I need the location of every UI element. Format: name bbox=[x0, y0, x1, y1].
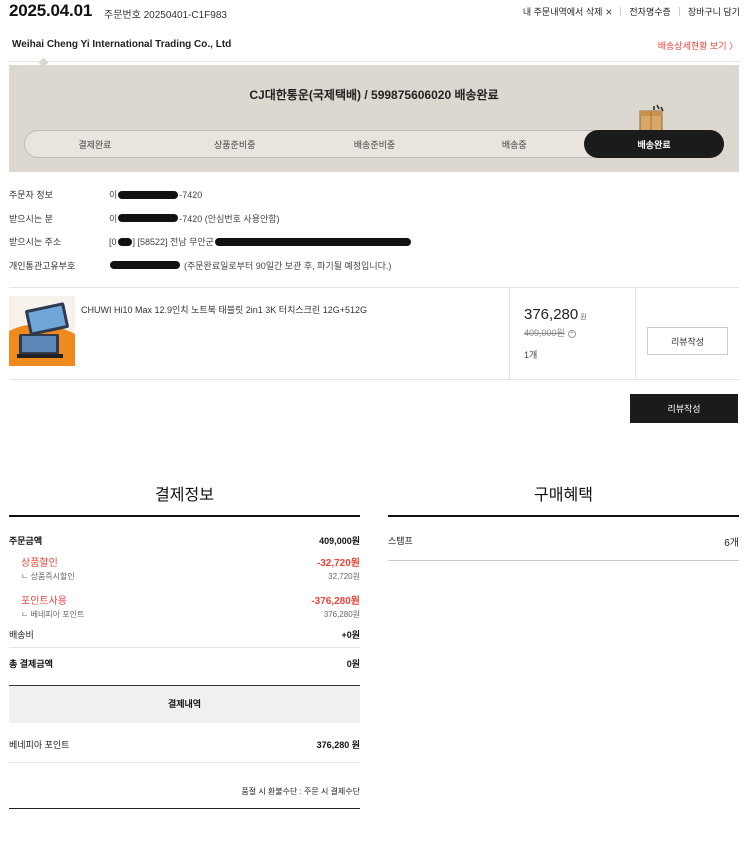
seller-row: Weihai Cheng Yi International Trading Co… bbox=[0, 34, 750, 68]
price-unit: 원 bbox=[580, 314, 587, 321]
payment-method-value: 376,280 원 bbox=[316, 740, 360, 750]
divider bbox=[9, 808, 360, 809]
product-thumbnail[interactable] bbox=[9, 296, 75, 366]
payment-method-label: 베네피아 포인트 bbox=[9, 740, 70, 750]
info-value: 이 -7420 bbox=[109, 188, 202, 201]
original-price-value: 409,000원 bbox=[524, 328, 565, 338]
divider bbox=[9, 647, 360, 648]
info-suffix: -7420 bbox=[179, 189, 203, 200]
order-amount-value: 409,000원 bbox=[319, 536, 360, 546]
benepia-value: 376,280원 bbox=[323, 610, 360, 619]
divider bbox=[9, 762, 360, 763]
info-prefix: [0 bbox=[109, 236, 117, 247]
benepia-label: ㄴ 베네피아 포인트 bbox=[21, 610, 85, 619]
info-row-orderer: 주문자 정보 이 -7420 bbox=[9, 182, 739, 206]
orderer-info: 주문자 정보 이 -7420 받으시는 분 이 -7420 (안심번호 사용안함… bbox=[9, 182, 739, 276]
divider bbox=[620, 7, 622, 16]
divider bbox=[678, 7, 680, 16]
info-suffix: -7420 (안심번호 사용안함) bbox=[179, 213, 280, 224]
write-review-button[interactable]: 리뷰작성 bbox=[647, 327, 728, 355]
stamp-label: 스탬프 bbox=[388, 536, 413, 546]
info-row-address: 받으시는 주소 [0 ] [58522] 전남 무안군 bbox=[9, 229, 739, 253]
redaction-mark bbox=[118, 190, 179, 199]
order-amount-label: 주문금액 bbox=[9, 536, 43, 546]
redaction-mark bbox=[117, 237, 132, 246]
product-discount-label: 상품할인 bbox=[21, 558, 58, 569]
divider bbox=[388, 560, 739, 561]
refund-note: 품절 시 환불수단 : 주문 시 결제수단 bbox=[241, 787, 360, 796]
point-use-value: -376,280원 bbox=[311, 596, 360, 607]
shipping-fee-value: +0원 bbox=[341, 630, 360, 640]
info-value: [0 ] [58522] 전남 무안군 bbox=[109, 235, 412, 248]
product-row: CHUWI Hi10 Max 12.9인치 노트북 태블릿 2in1 3K 터치… bbox=[9, 287, 739, 380]
info-label: 주문자 정보 bbox=[9, 190, 53, 200]
redaction-mark bbox=[110, 261, 180, 269]
payment-info-title: 결제정보 bbox=[155, 487, 214, 504]
info-prefix: 이 bbox=[109, 190, 118, 200]
shipping-fee-label: 배송비 bbox=[9, 630, 34, 640]
shipping-detail-link[interactable]: 배송상세현황 보기 〉 bbox=[658, 39, 738, 52]
tablet-image-icon bbox=[9, 296, 75, 366]
info-label: 개인통관고유부호 bbox=[9, 260, 76, 271]
info-row-recipient: 받으시는 분 이 -7420 (안심번호 사용안함) bbox=[9, 206, 739, 230]
price-value: 376,280 bbox=[524, 306, 579, 323]
product-price: 376,280 원 bbox=[524, 306, 587, 323]
order-number: 주문번호 20250401-C1F983 bbox=[104, 10, 227, 21]
info-suffix: ] [58522] 전남 무안군 bbox=[132, 237, 214, 247]
divider bbox=[388, 515, 739, 517]
stamp-value: 6개 bbox=[724, 538, 739, 549]
product-quantity: 1개 bbox=[524, 350, 538, 360]
total-amount-value: 0원 bbox=[346, 659, 360, 669]
delete-order-button[interactable]: 내 주문내역에서 삭제 × bbox=[523, 5, 613, 18]
original-price: 409,000원 + bbox=[524, 326, 576, 339]
divider bbox=[9, 57, 741, 68]
total-amount-label: 총 결제금액 bbox=[9, 659, 53, 669]
instant-discount-value: 32,720원 bbox=[328, 572, 360, 581]
payment-history-header: 결제내역 bbox=[9, 685, 360, 723]
step-delivered: 배송완료 bbox=[584, 130, 724, 158]
step-payment-complete: 결제완료 bbox=[78, 139, 112, 150]
info-label: 받으시는 주소 bbox=[9, 237, 62, 247]
step-in-transit: 배송중 bbox=[501, 139, 527, 150]
price-column: 376,280 원 409,000원 + 1개 bbox=[509, 288, 636, 380]
product-discount-value: -32,720원 bbox=[316, 558, 360, 569]
info-suffix: (주문완료일로부터 90일간 보관 후, 파기될 예정입니다.) bbox=[184, 260, 392, 271]
stamp-row: 스탬프 6개 bbox=[388, 534, 739, 549]
add-to-cart-button[interactable]: 장바구니 담기 bbox=[688, 5, 740, 18]
header-actions: 내 주문내역에서 삭제 × 전자명수증 장바구니 담기 bbox=[523, 5, 740, 18]
instant-discount-label: ㄴ 상품즉시할인 bbox=[21, 572, 75, 581]
purchase-benefits-title: 구매혜택 bbox=[534, 487, 593, 504]
redaction-mark bbox=[214, 237, 411, 246]
shipping-status-box: CJ대한통운(국제택배) / 599875606020 배송완료 결제완료 상품… bbox=[9, 65, 739, 172]
order-header: 2025.04.01 주문번호 20250401-C1F983 내 주문내역에서… bbox=[0, 0, 750, 24]
point-use-label: 포인트사용 bbox=[21, 596, 67, 607]
shipping-progress: 결제완료 상품준비중 배송준비중 배송중 배송완료 bbox=[24, 130, 724, 158]
delete-order-label: 내 주문내역에서 삭제 bbox=[522, 7, 603, 17]
write-review-main-button[interactable]: 리뷰작성 bbox=[630, 394, 738, 423]
close-icon: × bbox=[605, 4, 613, 19]
info-value: 이 -7420 (안심번호 사용안함) bbox=[109, 212, 280, 225]
product-name[interactable]: CHUWI Hi10 Max 12.9인치 노트북 태블릿 2in1 3K 터치… bbox=[81, 303, 367, 316]
package-box-icon bbox=[639, 104, 664, 132]
divider bbox=[9, 515, 360, 517]
info-icon[interactable]: + bbox=[567, 329, 576, 338]
shipping-status-text: CJ대한통운(국제택배) / 599875606020 배송완료 bbox=[249, 88, 499, 102]
step-preparing-shipment: 배송준비중 bbox=[353, 139, 396, 150]
receipt-button[interactable]: 전자명수증 bbox=[629, 5, 670, 18]
seller-name[interactable]: Weihai Cheng Yi International Trading Co… bbox=[12, 39, 231, 50]
info-row-customs-code: 개인통관고유부호 (주문완료일로부터 90일간 보관 후, 파기될 예정입니다.… bbox=[9, 253, 739, 277]
info-value: (주문완료일로부터 90일간 보관 후, 파기될 예정입니다.) bbox=[109, 259, 391, 272]
info-prefix: 이 bbox=[109, 213, 118, 224]
info-label: 받으시는 분 bbox=[9, 213, 53, 224]
redaction-mark bbox=[118, 214, 179, 222]
step-preparing-product: 상품준비중 bbox=[213, 139, 256, 150]
order-date: 2025.04.01 bbox=[9, 1, 93, 20]
